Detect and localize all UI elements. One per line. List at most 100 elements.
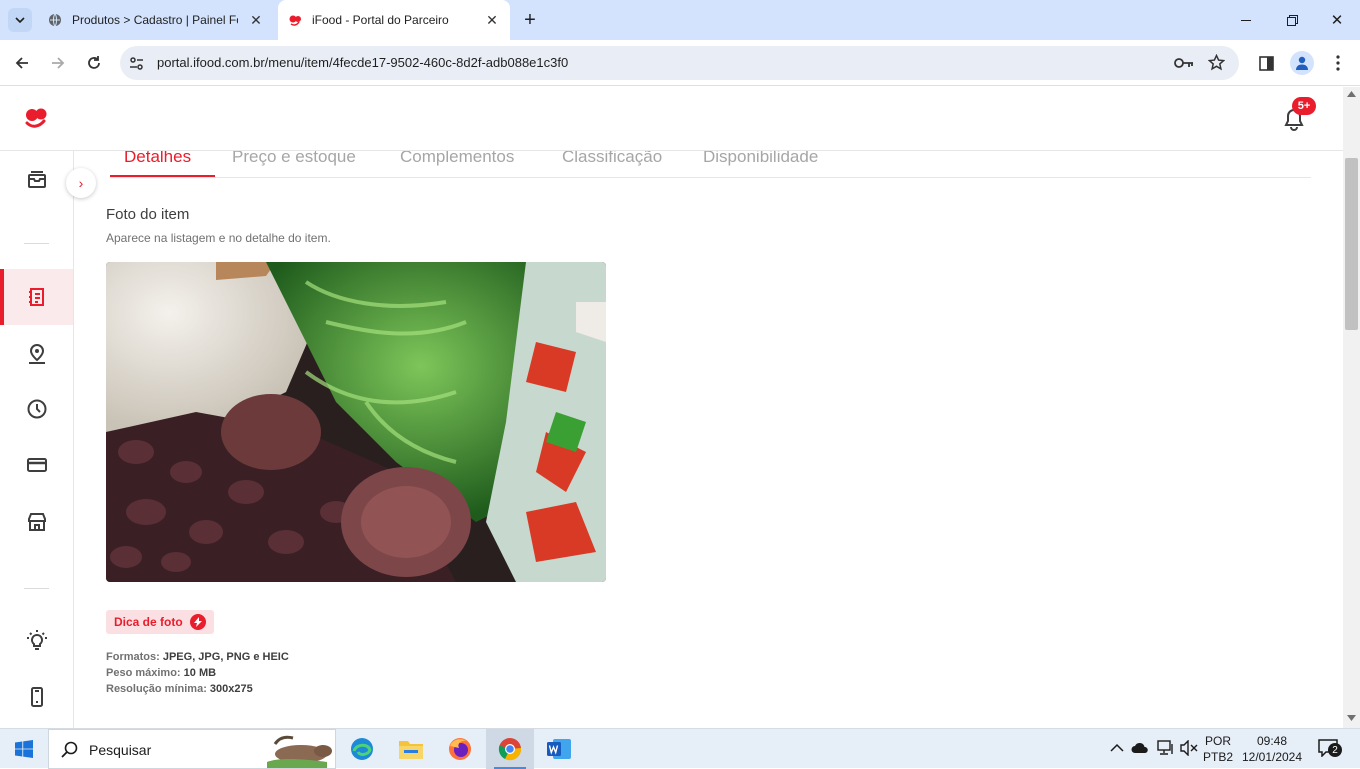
tab-title: iFood - Portal do Parceiro xyxy=(312,13,449,27)
clock-time: 09:48 xyxy=(1256,734,1288,748)
cloud-icon[interactable] xyxy=(1131,742,1149,754)
person-icon xyxy=(1296,56,1308,70)
browser-tab-produtos[interactable]: Produtos > Cadastro | Painel Fo ✕ xyxy=(38,0,274,40)
min-resolution-label: Resolução mínima: xyxy=(106,683,207,695)
notifications-badge: 5+ xyxy=(1292,97,1316,115)
chrome-icon xyxy=(498,738,522,761)
notification-count-badge: 2 xyxy=(1328,743,1342,757)
sidebar-item-payments[interactable] xyxy=(0,437,73,493)
photo-section-title: Foto do item xyxy=(106,206,190,223)
reload-icon xyxy=(88,56,100,69)
minimize-button[interactable] xyxy=(1236,10,1256,30)
photo-section-subtitle: Aparece na listagem e no detalhe do item… xyxy=(106,231,331,245)
clock-icon xyxy=(27,399,46,419)
scroll-down-icon[interactable] xyxy=(1347,715,1356,721)
site-settings-icon[interactable] xyxy=(129,56,144,71)
kebab-menu-icon xyxy=(1336,55,1340,71)
photo-tip-badge[interactable]: Dica de foto xyxy=(106,610,214,634)
tab-complementos[interactable]: Complementos xyxy=(400,151,514,167)
url-text[interactable]: portal.ifood.com.br/menu/item/4fecde17-9… xyxy=(157,55,568,70)
language-code: POR xyxy=(1204,734,1231,748)
item-photo-image xyxy=(106,262,606,582)
item-photo[interactable] xyxy=(106,262,606,582)
side-panel-button[interactable] xyxy=(1254,51,1278,75)
max-size-label: Peso máximo: xyxy=(106,667,181,679)
taskbar-edge[interactable] xyxy=(338,729,386,769)
windows-taskbar: Pesquisar POR PTB2 09:48 12/01/2024 2 xyxy=(0,728,1360,769)
photo-min-resolution: Resolução mínima: 300x275 xyxy=(106,683,253,695)
sidebar-item-orders[interactable] xyxy=(0,151,73,207)
item-tabs: Detalhes Preço e estoque Complementos Cl… xyxy=(110,151,1311,178)
close-window-button[interactable]: ✕ xyxy=(1327,10,1347,30)
taskbar-firefox[interactable] xyxy=(436,729,484,769)
chevron-right-icon: › xyxy=(78,175,84,191)
photo-tip-label: Dica de foto xyxy=(114,615,183,629)
taskbar-search[interactable]: Pesquisar xyxy=(48,729,336,769)
network-icon[interactable] xyxy=(1157,740,1175,756)
browser-menu-button[interactable] xyxy=(1326,51,1350,75)
tab-disponibilidade[interactable]: Disponibilidade xyxy=(703,151,818,167)
star-icon[interactable] xyxy=(1208,54,1225,71)
menu-list-icon xyxy=(28,288,44,306)
profile-button[interactable] xyxy=(1290,51,1314,75)
input-language[interactable]: POR PTB2 xyxy=(1202,733,1234,765)
sidebar-item-delivery-area[interactable] xyxy=(0,326,73,382)
min-resolution-value: 300x275 xyxy=(209,683,253,695)
sidebar-item-menu[interactable] xyxy=(0,269,73,325)
key-icon[interactable] xyxy=(1174,56,1194,70)
close-icon[interactable]: ✕ xyxy=(484,12,500,28)
lightning-icon xyxy=(189,614,206,630)
restore-button[interactable] xyxy=(1282,10,1302,30)
sidebar xyxy=(0,151,74,728)
smartphone-icon xyxy=(30,687,43,707)
firefox-icon xyxy=(449,738,471,760)
forward-button[interactable] xyxy=(46,51,70,75)
taskbar-file-explorer[interactable] xyxy=(387,729,435,769)
max-size-value: 10 MB xyxy=(183,667,217,679)
browser-tab-ifood[interactable]: iFood - Portal do Parceiro ✕ xyxy=(278,0,510,40)
address-bar[interactable]: portal.ifood.com.br/menu/item/4fecde17-9… xyxy=(120,46,1239,80)
tab-classificacao[interactable]: Classificação xyxy=(562,151,662,167)
sidebar-item-mobile-app[interactable] xyxy=(0,669,73,725)
sidebar-item-tips[interactable] xyxy=(0,613,73,669)
tray-box-icon xyxy=(27,171,46,188)
chevron-up-icon[interactable] xyxy=(1110,743,1124,753)
taskbar-word[interactable] xyxy=(535,729,583,769)
keyboard-layout: PTB2 xyxy=(1202,750,1233,764)
new-tab-button[interactable]: + xyxy=(520,9,540,31)
map-pin-icon xyxy=(28,343,45,364)
reload-button[interactable] xyxy=(82,51,106,75)
chevron-down-icon xyxy=(15,17,25,23)
scrollbar-thumb[interactable] xyxy=(1345,158,1358,330)
lightbulb-icon xyxy=(26,630,47,650)
restore-icon xyxy=(1286,14,1298,26)
ifood-logo-icon[interactable] xyxy=(24,106,48,130)
storefront-icon xyxy=(27,513,46,531)
taskbar-chrome[interactable] xyxy=(486,729,534,769)
tab-preco-estoque[interactable]: Preço e estoque xyxy=(232,151,356,167)
app-header: 5+ xyxy=(0,87,1360,151)
side-panel-icon xyxy=(1258,55,1274,71)
tab-title: Produtos > Cadastro | Painel Fo xyxy=(72,13,238,27)
sidebar-expand-button[interactable]: › xyxy=(66,168,96,198)
close-icon[interactable]: ✕ xyxy=(248,12,264,28)
photo-max-size: Peso máximo: 10 MB xyxy=(106,667,216,679)
tab-detalhes[interactable]: Detalhes xyxy=(124,151,191,167)
word-icon xyxy=(547,739,571,759)
volume-muted-icon[interactable] xyxy=(1180,740,1198,756)
system-clock[interactable]: 09:48 12/01/2024 xyxy=(1240,733,1304,765)
tab-search-button[interactable] xyxy=(8,8,32,32)
scroll-up-icon[interactable] xyxy=(1347,91,1356,97)
arrow-left-icon xyxy=(15,57,28,69)
credit-card-icon xyxy=(26,458,47,472)
sidebar-item-store[interactable] xyxy=(0,494,73,550)
sidebar-item-hours[interactable] xyxy=(0,381,73,437)
arrow-right-icon xyxy=(52,57,65,69)
search-placeholder: Pesquisar xyxy=(89,742,152,758)
notification-center-button[interactable]: 2 xyxy=(1316,737,1344,761)
ifood-favicon-icon xyxy=(289,15,301,26)
sidebar-divider xyxy=(24,588,49,589)
back-button[interactable] xyxy=(10,51,34,75)
start-button[interactable] xyxy=(0,729,48,769)
browser-toolbar: portal.ifood.com.br/menu/item/4fecde17-9… xyxy=(0,40,1360,86)
